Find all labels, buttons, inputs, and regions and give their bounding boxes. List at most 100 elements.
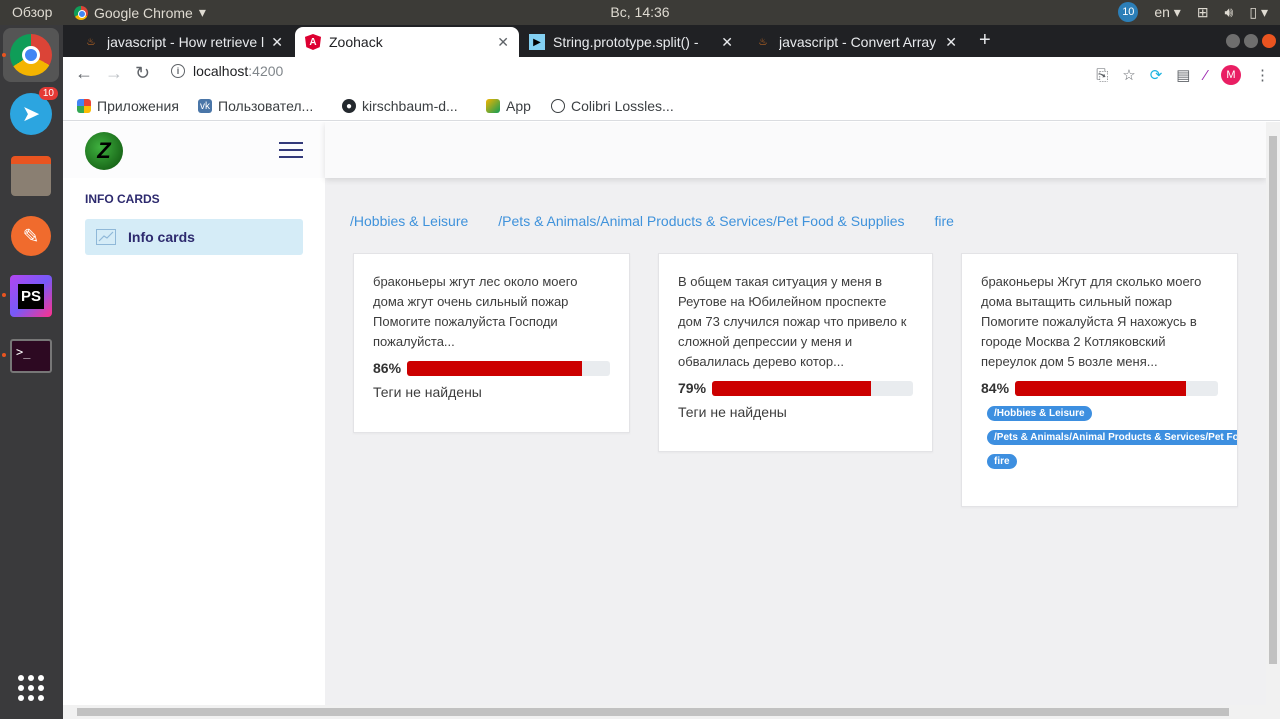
forward-button[interactable]: → (105, 63, 123, 84)
vertical-scrollbar[interactable] (1266, 122, 1280, 719)
address-bar[interactable]: i localhost:4200 (171, 63, 283, 79)
info-card[interactable]: браконьеры жгут лес около моего дома жгу… (353, 253, 630, 433)
tab-title: javascript - How retrieve l (107, 34, 265, 50)
profile-avatar[interactable]: M (1221, 65, 1241, 85)
bookmark-colibri[interactable]: Colibri Lossles... (551, 98, 674, 114)
card-percent: 79% (678, 380, 707, 396)
volume-icon[interactable]: 🔊︎ (1225, 4, 1234, 21)
card-text: браконьеры жгут лес около моего дома жгу… (373, 274, 578, 349)
launcher-telegram[interactable]: ➤ 10 (8, 87, 58, 137)
launcher-terminal[interactable]: >_ (8, 333, 54, 379)
tag-pill[interactable]: fire (987, 454, 1017, 469)
chrome-window: ♨ javascript - How retrieve l ✕ A Zoohac… (63, 25, 1280, 719)
bookmark-star-icon[interactable]: ☆ (1122, 66, 1135, 84)
tab-zoohack[interactable]: A Zoohack ✕ (295, 27, 519, 57)
app-menu-label: Google Chrome (94, 4, 193, 21)
scrollbar-thumb[interactable] (1269, 136, 1277, 664)
close-icon[interactable]: ✕ (945, 34, 957, 51)
telegram-badge: 10 (38, 87, 58, 100)
hamburger-menu-icon[interactable] (279, 142, 303, 163)
pdf-extension-icon[interactable]: ▤ (1176, 66, 1190, 84)
launcher-chrome[interactable] (3, 28, 59, 82)
scrollbar-thumb[interactable] (77, 708, 1229, 716)
chrome-icon (74, 5, 88, 20)
new-tab-button[interactable]: + (979, 29, 991, 52)
card-text: В общем такая ситуация у меня в Реутове … (678, 274, 907, 369)
close-icon[interactable]: ✕ (271, 34, 283, 51)
filter-link[interactable]: /Hobbies & Leisure (350, 213, 468, 229)
running-indicator (2, 353, 6, 357)
progress-fill (407, 360, 582, 376)
bookmark-label: Пользовател... (218, 98, 314, 114)
info-card[interactable]: В общем такая ситуация у меня в Реутове … (658, 253, 933, 452)
files-icon (11, 156, 51, 196)
stackoverflow-icon: ♨ (758, 36, 768, 48)
chrome-icon (10, 34, 52, 76)
close-window-button[interactable] (1262, 34, 1276, 48)
angular-icon: A (305, 34, 321, 50)
app-logo[interactable]: Z (85, 132, 123, 170)
card-percent: 84% (981, 380, 1010, 396)
app-menu[interactable]: Google Chrome ▾ (74, 4, 206, 21)
card-text: браконьеры Жгут для сколько моего дома в… (981, 274, 1202, 369)
filter-link[interactable]: /Pets & Animals/Animal Products & Servic… (498, 213, 904, 229)
back-button[interactable]: ← (75, 63, 93, 84)
bookmark-apps[interactable]: Приложения (77, 98, 179, 114)
sync-extension-icon[interactable]: ⟳ (1150, 66, 1163, 84)
url-host: localhost (193, 63, 249, 79)
tab-mdn-split[interactable]: ▶ String.prototype.split() - ✕ (519, 27, 743, 57)
activities-button[interactable]: Обзор (12, 4, 52, 20)
launcher-phpstorm[interactable]: PS (8, 273, 54, 319)
bookmark-github[interactable]: ● kirschbaum-d... (342, 98, 458, 114)
address-url: localhost:4200 (193, 63, 283, 79)
close-icon[interactable]: ✕ (721, 34, 733, 51)
main-header (325, 122, 1266, 178)
bookmark-vk[interactable]: vk Пользовател... (198, 98, 313, 114)
battery-icon[interactable]: ▯ ▾ (1249, 4, 1268, 21)
globe-icon (551, 99, 565, 113)
reload-button[interactable]: ↻ (135, 63, 150, 84)
tab-title: Zoohack (329, 34, 383, 50)
app-sidebar: Z INFO CARDS Info cards (63, 122, 325, 719)
network-icon[interactable]: ⊞ (1197, 4, 1209, 21)
stackoverflow-icon: ♨ (86, 36, 96, 48)
maximize-button[interactable] (1244, 34, 1258, 48)
language-indicator[interactable]: en ▾ (1154, 4, 1181, 21)
horizontal-scrollbar[interactable] (63, 705, 1280, 719)
info-card[interactable]: браконьеры Жгут для сколько моего дома в… (961, 253, 1238, 507)
chevron-down-icon: ▾ (198, 4, 206, 20)
language-label: en (1154, 3, 1170, 20)
github-icon: ● (342, 99, 356, 113)
bookmark-app[interactable]: App (486, 98, 531, 114)
pen-extension-icon[interactable]: ⁄ (1204, 67, 1207, 84)
system-tray: 10 en ▾ ⊞ 🔊︎ ▯ ▾ (1118, 2, 1268, 22)
minimize-button[interactable] (1226, 34, 1240, 48)
line-chart-icon (96, 229, 116, 245)
tag-pill[interactable]: /Pets & Animals/Animal Products & Servic… (987, 430, 1237, 445)
extension-area: ⎘ ☆ ⟳ ▤ ⁄ M ⋮ (1096, 65, 1270, 85)
notification-count-badge[interactable]: 10 (1118, 2, 1139, 22)
running-indicator (2, 53, 6, 57)
tab-stackoverflow-1[interactable]: ♨ javascript - How retrieve l ✕ (73, 27, 293, 57)
sidebar-item-label: Info cards (128, 229, 195, 245)
launcher-postman[interactable]: ✎ (8, 213, 54, 259)
card-progress-bar (1015, 380, 1218, 396)
postman-icon: ✎ (11, 216, 51, 256)
show-applications-button[interactable] (8, 665, 54, 711)
browser-toolbar: ← → ↻ i localhost:4200 ⎘ ☆ ⟳ ▤ ⁄ M ⋮ (63, 57, 1280, 91)
card-score-row: 84% (981, 380, 1218, 396)
tab-stackoverflow-2[interactable]: ♨ javascript - Convert Array ✕ (745, 27, 967, 57)
filter-link[interactable]: fire (934, 213, 953, 229)
info-icon[interactable]: i (171, 64, 185, 78)
card-score-row: 79% (678, 380, 913, 396)
tag-pill[interactable]: /Hobbies & Leisure (987, 406, 1092, 421)
running-indicator (2, 293, 6, 297)
progress-fill (1015, 380, 1186, 396)
bookmark-label: kirschbaum-d... (362, 98, 458, 114)
sidebar-item-info-cards[interactable]: Info cards (85, 219, 303, 255)
menu-dots-icon[interactable]: ⋮ (1255, 66, 1270, 84)
launcher-files[interactable] (8, 153, 54, 199)
progress-fill (711, 380, 871, 396)
translate-icon[interactable]: ⎘ (1096, 67, 1108, 84)
close-icon[interactable]: ✕ (497, 34, 509, 51)
